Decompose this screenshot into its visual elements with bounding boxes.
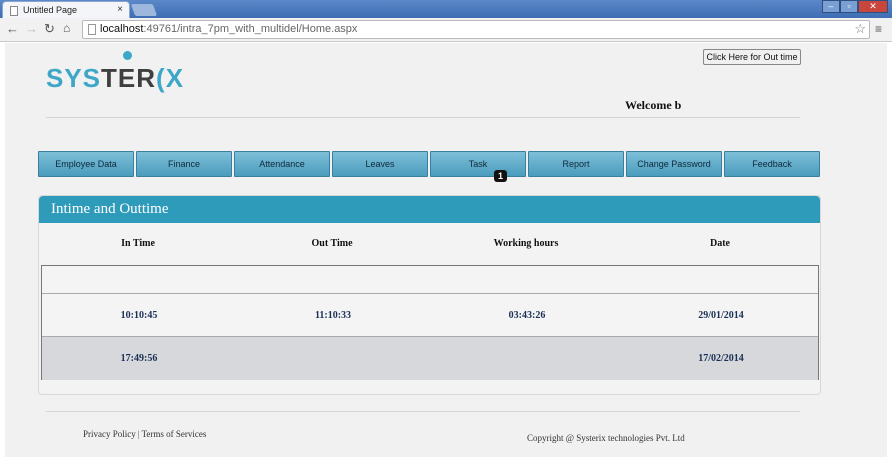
page-content: SYSTER(X Click Here for Out time Welcome…	[5, 43, 887, 457]
column-header-working-hours: Working hours	[493, 238, 559, 249]
menu-item-attendance[interactable]: Attendance	[234, 151, 330, 177]
panel-title: Intime and Outtime	[39, 196, 820, 223]
copyright-text: Copyright @ Systerix technologies Pvt. L…	[527, 433, 685, 443]
address-bar[interactable]: localhost:49761/intra_7pm_with_multidel/…	[82, 20, 870, 39]
window-close-button[interactable]: ✕	[858, 0, 888, 13]
browser-toolbar: ← → ↻ ⌂ localhost:49761/intra_7pm_with_m…	[0, 18, 892, 42]
main-menu: Employee Data Finance Attendance Leaves …	[38, 151, 820, 182]
window-minimize-button[interactable]: –	[822, 0, 840, 13]
terms-of-services-link[interactable]: Terms of Services	[142, 429, 207, 439]
home-icon[interactable]: ⌂	[63, 21, 70, 35]
menu-item-employee-data[interactable]: Employee Data	[38, 151, 134, 177]
intime-outtime-panel: Intime and Outtime In Time Out Time Work…	[38, 195, 821, 395]
task-count-badge: 1	[494, 170, 507, 182]
tab-title: Untitled Page	[23, 5, 78, 15]
menu-item-task[interactable]: Task	[430, 151, 526, 177]
url-text[interactable]: localhost:49761/intra_7pm_with_multidel/…	[100, 23, 357, 35]
page-icon	[88, 24, 96, 35]
back-arrow-icon[interactable]: ←	[6, 21, 19, 36]
systerix-logo: SYSTER(X	[46, 63, 185, 93]
out-time-cell: 11:10:33	[314, 310, 352, 321]
column-header-in-time: In Time	[121, 238, 155, 249]
privacy-policy-link[interactable]: Privacy Policy	[83, 429, 136, 439]
reload-icon[interactable]: ↻	[44, 21, 55, 37]
in-time-cell: 10:10:45	[120, 310, 158, 321]
logo-dot-icon	[123, 51, 132, 60]
column-header-date: Date	[710, 238, 730, 249]
working-hours-cell: 03:43:26	[508, 310, 546, 321]
date-cell: 17/02/2014	[698, 353, 744, 364]
table-row	[42, 266, 818, 294]
footer-links: Privacy Policy | Terms of Services	[83, 429, 206, 439]
menu-item-report[interactable]: Report	[528, 151, 624, 177]
bookmark-star-icon[interactable]: ☆	[854, 21, 866, 37]
page-icon	[10, 6, 18, 16]
out-time-button[interactable]: Click Here for Out time	[703, 49, 801, 65]
new-tab-button[interactable]	[130, 4, 158, 16]
welcome-text: Welcome b	[625, 98, 682, 112]
column-header-out-time: Out Time	[311, 238, 353, 249]
footer-divider	[46, 411, 800, 412]
grid-body: 10:10:45 11:10:33 03:43:26 29/01/2014 17…	[41, 265, 819, 380]
table-row: 10:10:45 11:10:33 03:43:26 29/01/2014	[42, 294, 818, 337]
browser-menu-icon[interactable]: ≡	[875, 22, 882, 36]
menu-item-feedback[interactable]: Feedback	[724, 151, 820, 177]
in-time-cell: 17:49:56	[120, 353, 158, 364]
table-row: 17:49:56 17/02/2014	[42, 337, 818, 380]
tab-close-icon[interactable]: ×	[117, 4, 123, 15]
browser-tab[interactable]: Untitled Page ×	[2, 1, 130, 18]
header-divider	[46, 117, 800, 118]
forward-arrow-icon[interactable]: →	[25, 21, 38, 36]
menu-item-leaves[interactable]: Leaves	[332, 151, 428, 177]
date-cell: 29/01/2014	[698, 310, 744, 321]
window-maximize-button[interactable]: ▫	[840, 0, 858, 13]
menu-item-finance[interactable]: Finance	[136, 151, 232, 177]
grid-header-row: In Time Out Time Working hours Date	[41, 223, 819, 265]
browser-tab-bar: Untitled Page × – ▫ ✕	[0, 0, 892, 18]
menu-item-change-password[interactable]: Change Password	[626, 151, 722, 177]
